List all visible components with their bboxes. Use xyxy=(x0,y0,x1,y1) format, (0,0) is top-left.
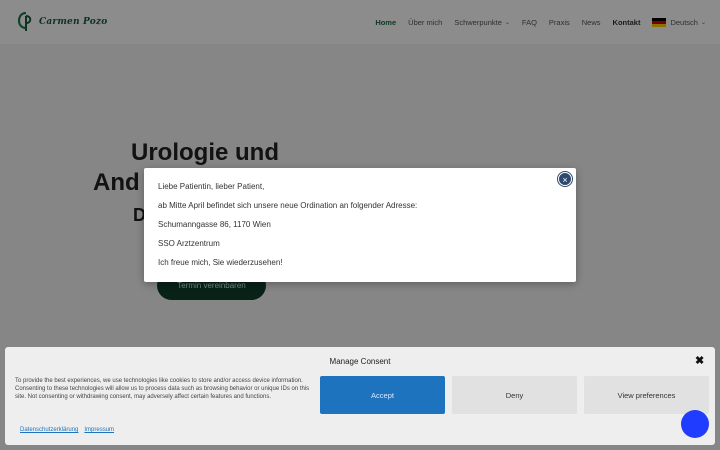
accept-button[interactable]: Accept xyxy=(320,376,445,414)
notice-greeting: Liebe Patientin, lieber Patient, xyxy=(158,182,265,191)
notice-text: ab Mitte April befindet sich unsere neue… xyxy=(158,201,418,210)
view-preferences-button[interactable]: View preferences xyxy=(584,376,709,414)
notice-modal: Liebe Patientin, lieber Patient, ab Mitt… xyxy=(144,168,576,282)
notice-address: Schumanngasse 86, 1170 Wien xyxy=(158,220,271,229)
cookie-consent-banner: Manage Consent ✖ To provide the best exp… xyxy=(5,347,715,445)
close-icon[interactable]: × xyxy=(558,172,572,186)
consent-title: Manage Consent xyxy=(329,357,391,366)
deny-button[interactable]: Deny xyxy=(452,376,577,414)
close-icon[interactable]: ✖ xyxy=(695,354,704,367)
notice-closing: Ich freue mich, Sie wiederzusehen! xyxy=(158,258,283,267)
chat-bubble-icon[interactable] xyxy=(681,410,709,438)
privacy-policy-link[interactable]: Datenschutzerklärung xyxy=(20,427,78,433)
consent-links: Datenschutzerklärung Impressum xyxy=(20,427,120,433)
imprint-link[interactable]: Impressum xyxy=(84,427,114,433)
notice-center: SSO Arztzentrum xyxy=(158,239,220,248)
consent-text: To provide the best experiences, we use … xyxy=(15,378,310,401)
